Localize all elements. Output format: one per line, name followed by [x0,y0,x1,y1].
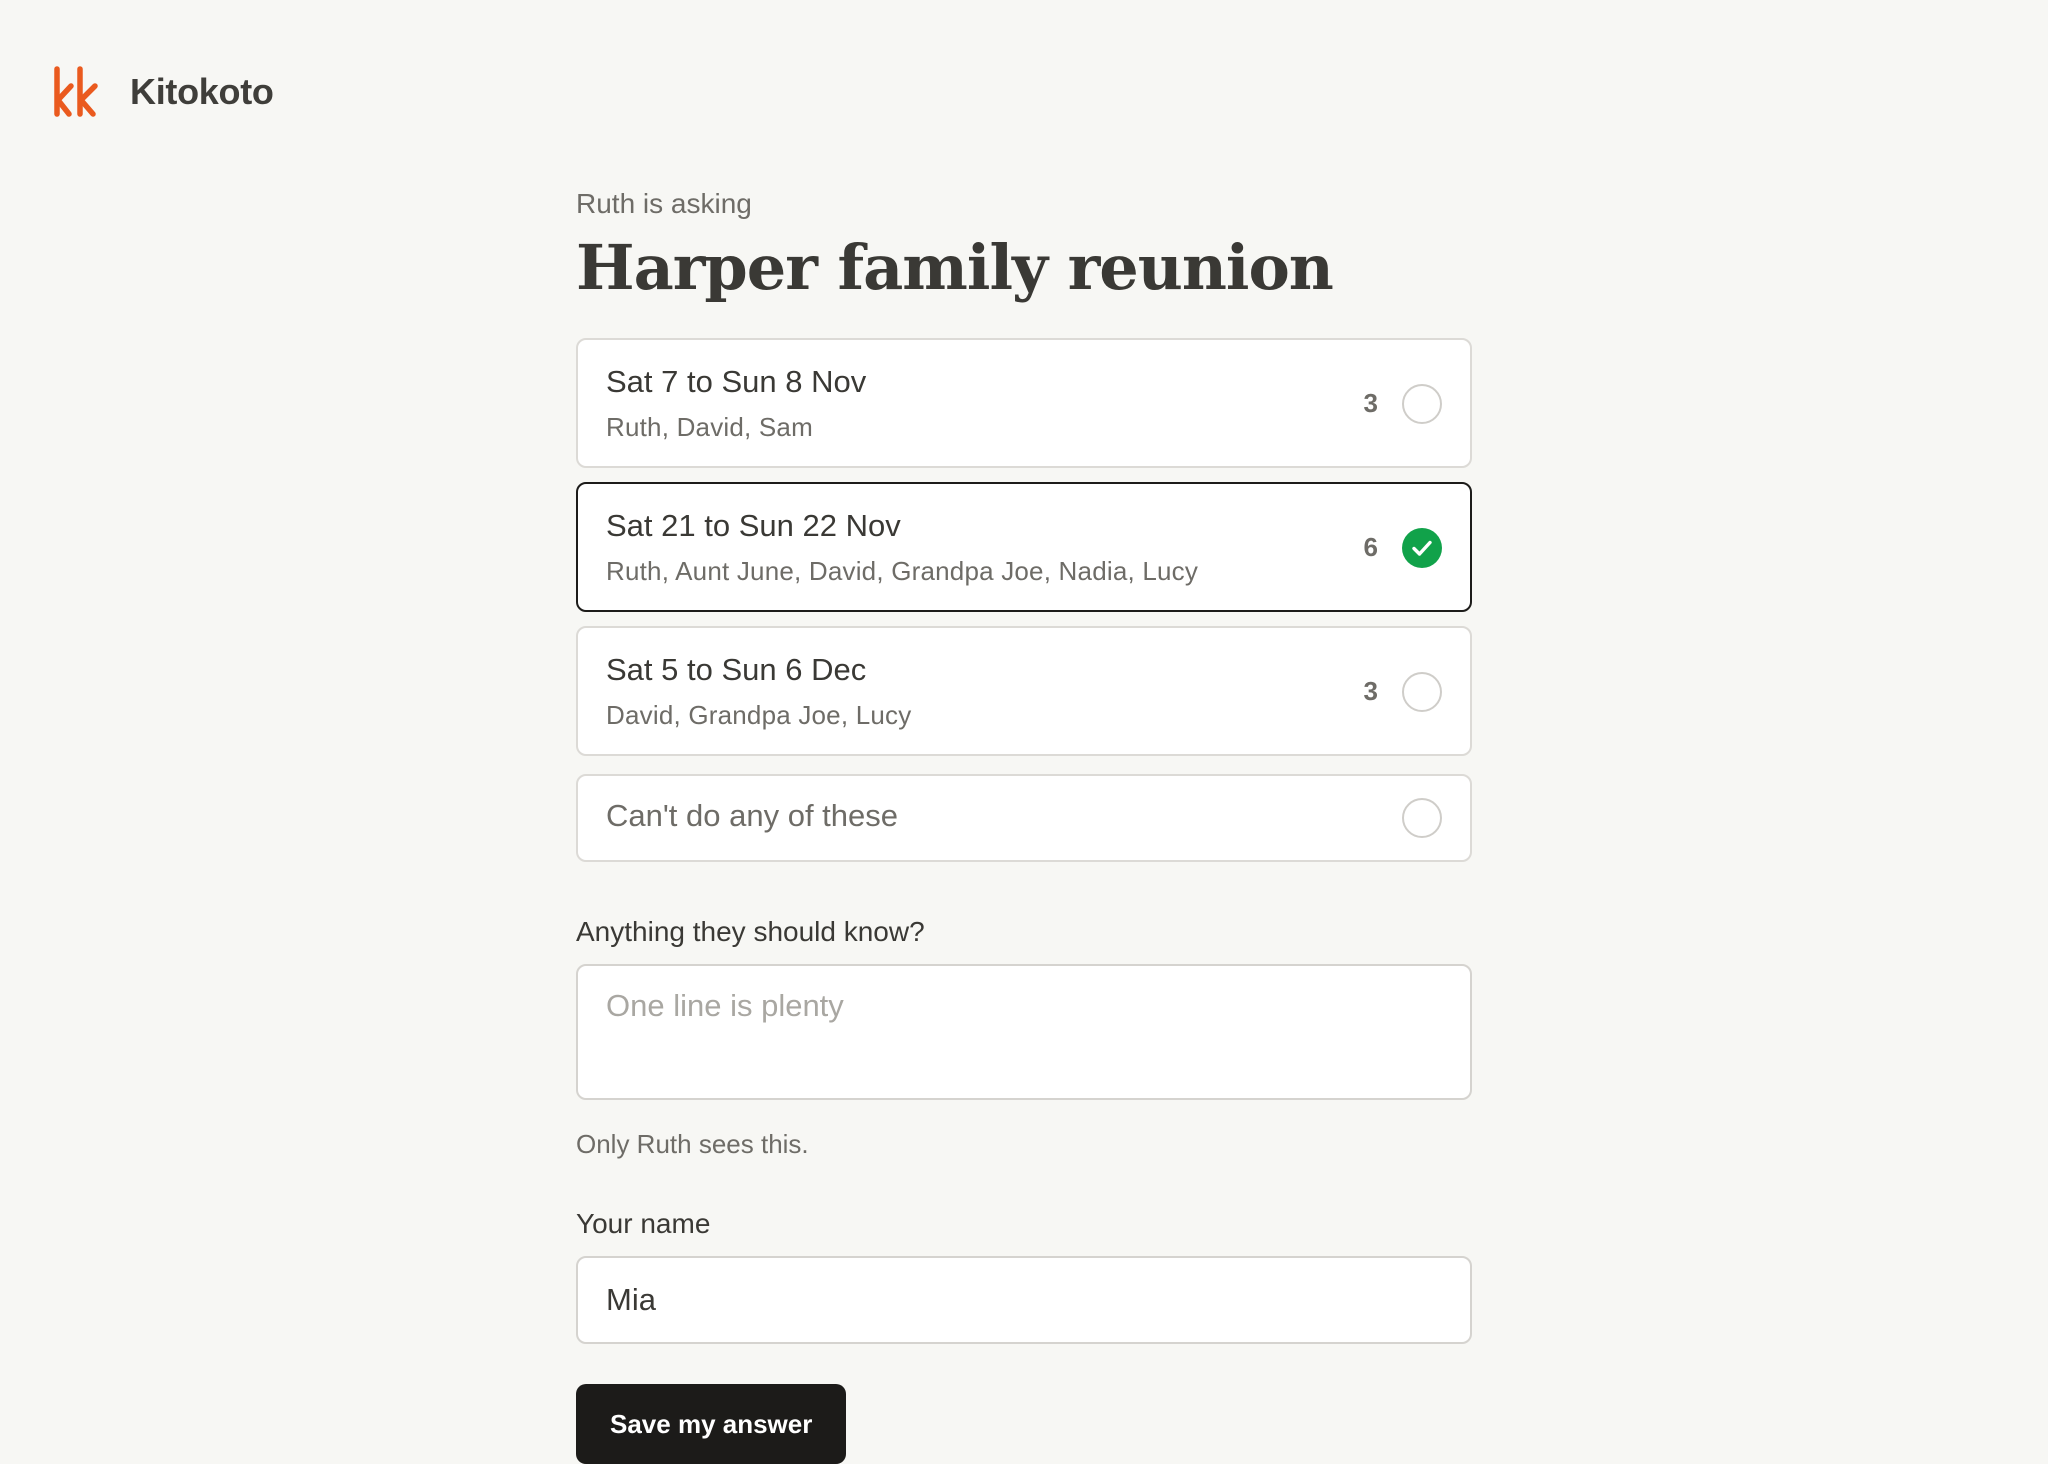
option-date: Sat 7 to Sun 8 Nov [606,364,867,399]
save-answer-button[interactable]: Save my answer [576,1384,847,1464]
none-option-label: Can't do any of these [606,798,899,833]
name-input[interactable] [576,1256,1472,1344]
poll-response-form: Ruth is asking Harper family reunion Sat… [576,184,1472,1464]
radio-button[interactable] [1402,384,1442,424]
name-label: Your name [576,1208,711,1239]
note-label: Anything they should know? [576,916,925,947]
asker-line: Ruth is asking [576,188,752,219]
option-date: Sat 5 to Sun 6 Dec [606,652,867,687]
brand-name: Kitokoto [130,71,274,112]
option-attendees: Ruth, Aunt June, David, Grandpa Joe, Nad… [606,556,1199,586]
date-option[interactable]: Sat 7 to Sun 8 Nov Ruth, David, Sam 3 [576,338,1472,468]
brand[interactable]: Kitokoto [52,66,274,118]
page-title: Harper family reunion [576,231,1334,304]
option-attendees: David, Grandpa Joe, Lucy [606,700,912,730]
option-date: Sat 21 to Sun 22 Nov [606,508,901,543]
note-textarea[interactable] [576,964,1472,1100]
option-count: 3 [1363,676,1378,706]
date-options: Sat 7 to Sun 8 Nov Ruth, David, Sam 3 Sa… [576,338,1472,756]
date-option[interactable]: Sat 5 to Sun 6 Dec David, Grandpa Joe, L… [576,626,1472,756]
option-attendees: Ruth, David, Sam [606,412,813,442]
radio-button[interactable] [1402,672,1442,712]
none-option[interactable]: Can't do any of these [576,774,1472,862]
checkmark-icon [1412,540,1432,556]
option-count: 6 [1363,532,1378,562]
date-option-selected[interactable]: Sat 21 to Sun 22 Nov Ruth, Aunt June, Da… [576,482,1472,612]
option-count: 3 [1363,388,1378,418]
note-hint: Only Ruth sees this. [576,1129,809,1159]
kk-logo-icon [54,66,98,117]
radio-button-checked[interactable] [1402,528,1442,568]
radio-button[interactable] [1402,798,1442,838]
